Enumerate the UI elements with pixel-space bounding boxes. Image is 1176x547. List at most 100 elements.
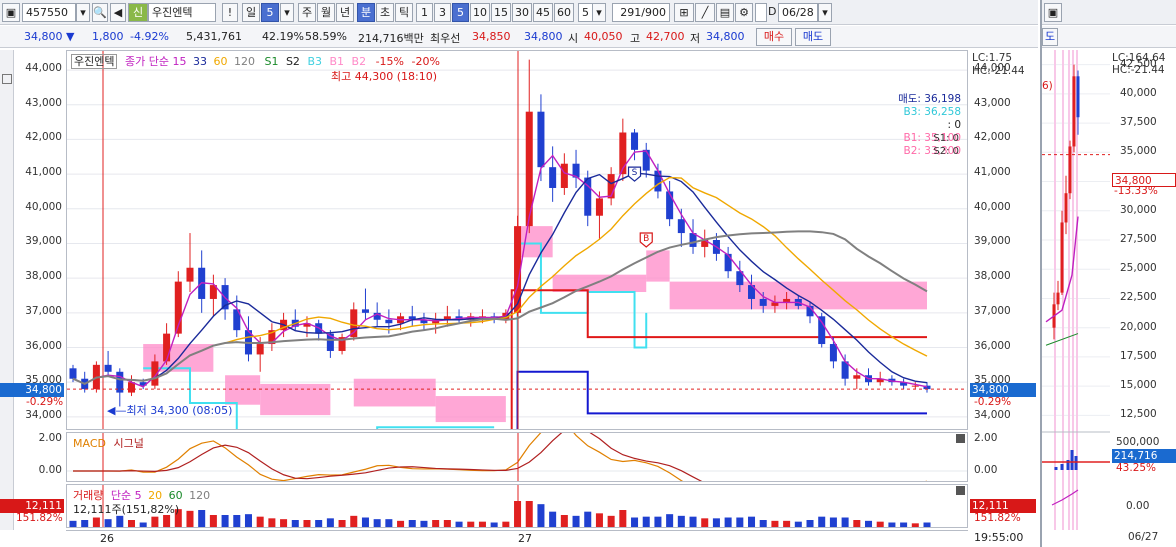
macd-panel[interactable]: MACD 시그널 [66, 432, 968, 482]
period-dropdown-icon[interactable]: ▾ [280, 3, 294, 22]
b3-order-line [376, 426, 495, 429]
candle-body [537, 111, 545, 168]
period-count-value[interactable]: 5 [261, 3, 279, 22]
volume-bar [478, 521, 486, 527]
interval-1-button[interactable]: 1 [416, 3, 433, 22]
period-second-button[interactable]: 초 [376, 3, 394, 22]
volume-bar [841, 517, 849, 527]
stock-name-field[interactable]: 우진엔텍 [148, 3, 216, 22]
period-week-button[interactable]: 주 [298, 3, 316, 22]
volume-bar [853, 520, 861, 527]
low-annotation: ◀—최저 34,300 (08:05) [107, 402, 232, 418]
date-checkbox[interactable] [755, 3, 767, 22]
macd-tick-mid-right: 0.00 [974, 464, 998, 476]
secondary-vol-tick-zero: 0.00 [1126, 500, 1150, 512]
volume-pct-left: 151.82% [16, 512, 63, 524]
volume-close-icon[interactable] [956, 486, 965, 495]
interval-45-button[interactable]: 45 [533, 3, 553, 22]
volume-bar [315, 520, 323, 527]
volume-ratio: 42.19% [262, 30, 304, 43]
secondary-chart-canvas[interactable] [1042, 50, 1110, 530]
period-minute-button[interactable]: 분 [357, 3, 375, 22]
volume-bar [525, 501, 533, 527]
interval-60-button[interactable]: 60 [554, 3, 574, 22]
tool-grid-icon[interactable] [2, 74, 12, 84]
secondary-tick-label: 27,500 [1120, 233, 1157, 245]
volume-bar [490, 522, 498, 527]
period-day-button[interactable]: 일 [242, 3, 260, 22]
secondary-volume-bar [1070, 450, 1074, 470]
search-icon[interactable]: 🔍 [92, 3, 108, 22]
interval-dropdown-icon[interactable]: ▾ [592, 3, 606, 22]
volume-bar [373, 519, 381, 527]
secondary-tick-label: 15,000 [1120, 379, 1157, 392]
high-annotation: 최고 44,300 (18:10) [331, 70, 438, 83]
time-axis: 26 27 [66, 530, 968, 546]
interval-10-button[interactable]: 10 [470, 3, 490, 22]
volume-bar [116, 515, 124, 527]
secondary-highlight-band [1054, 50, 1056, 530]
buy-button[interactable]: 매수 [756, 28, 792, 46]
crosshair-icon[interactable]: ⊞ [674, 3, 694, 22]
candle-body [911, 385, 919, 387]
current-price: 34,800 [24, 30, 63, 43]
secondary-candle-body [1068, 146, 1072, 194]
period-tick-button[interactable]: 틱 [395, 3, 413, 22]
volume-bar [537, 504, 545, 527]
gear-icon[interactable]: ⚙ [735, 3, 753, 22]
save-icon[interactable]: ▤ [716, 3, 734, 22]
order-info-side: S1: 0 S2: 0 [933, 132, 959, 158]
secondary-candle-body [1064, 193, 1068, 223]
period-month-button[interactable]: 월 [317, 3, 335, 22]
secondary-menu-icon[interactable]: ▣ [1044, 3, 1062, 22]
code-dropdown-icon[interactable]: ▾ [76, 3, 90, 22]
candle-body [642, 149, 650, 171]
secondary-tick-label: 35,000 [1120, 145, 1157, 158]
price-tick-label-right: 39,000 [974, 235, 1011, 248]
volume-tag-right: 12,111 [970, 499, 1036, 513]
date-input[interactable]: 06/28 [778, 3, 818, 22]
secondary-chart-window[interactable]: ▣ 도 LC:164.64 HC:-21.44 6) 42,500 40,000 3… [1040, 0, 1176, 547]
candle-body [69, 368, 77, 379]
legend-b1: B1 [329, 55, 345, 68]
bar-count-field[interactable]: 291/900 [612, 3, 670, 22]
volume-bar [104, 519, 112, 527]
draw-tool-icon[interactable]: ╱ [695, 3, 715, 22]
candle-body [724, 253, 732, 272]
volume-bar [221, 515, 229, 527]
interval-15-button[interactable]: 15 [491, 3, 511, 22]
chart-menu-icon[interactable]: ▣ [2, 3, 20, 22]
sell-button[interactable]: 매도 [795, 28, 831, 46]
credit-badge: 신 [128, 3, 148, 22]
warning-button[interactable]: ! [222, 3, 238, 22]
macd-close-icon[interactable] [956, 434, 965, 443]
candle-body [654, 170, 662, 192]
price-tick-label-right: 43,000 [974, 96, 1011, 109]
volume-bar [876, 521, 884, 527]
interval-3-button[interactable]: 3 [434, 3, 451, 22]
interval-30-button[interactable]: 30 [512, 3, 532, 22]
interval-5-button[interactable]: 5 [452, 3, 469, 22]
price-chart-canvas[interactable]: SB [67, 51, 967, 429]
macd-canvas[interactable] [67, 433, 967, 481]
macd-tick-top-right: 2.00 [974, 432, 998, 444]
price-chart-panel[interactable]: SB 우진엔텍 종가 단순 15 33 60 120 S1 S2 B3 B1 B… [66, 50, 968, 430]
secondary-volume-bar [1074, 456, 1078, 470]
volume-bar [771, 520, 779, 527]
speaker-icon[interactable]: ◀ [110, 3, 126, 22]
volume-bar [584, 511, 592, 527]
price-tick-label-right: 38,000 [974, 270, 1011, 283]
sell-signal-marker-letter: S [632, 168, 638, 178]
volume-panel[interactable]: 거래량 단순 5 20 60 120 12,111주(151,82%) [66, 484, 968, 528]
period-year-button[interactable]: 년 [336, 3, 354, 22]
secondary-sell-tab[interactable]: 도 [1042, 28, 1058, 46]
order-info-sell: 매도: 36,198 [898, 93, 961, 105]
stock-code-input[interactable]: 457550 [22, 3, 76, 22]
legend-s2: S2 [285, 55, 300, 68]
candle-body [595, 198, 603, 216]
open-label: 시 [568, 32, 579, 45]
price-tick-label-right: 37,000 [974, 304, 1011, 317]
date-dropdown-icon[interactable]: ▾ [818, 3, 832, 22]
candle-body [256, 344, 264, 355]
candle-body [549, 167, 557, 188]
